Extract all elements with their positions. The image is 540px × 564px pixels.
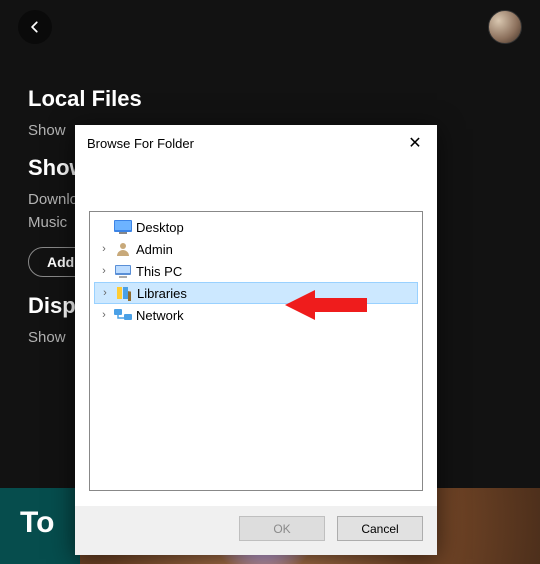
network-icon bbox=[114, 307, 132, 323]
desktop-icon bbox=[114, 219, 132, 235]
libraries-icon bbox=[115, 285, 133, 301]
tree-item-admin[interactable]: › Admin bbox=[94, 238, 418, 260]
tree-label: Network bbox=[136, 308, 184, 323]
tree-item-libraries[interactable]: › Libraries bbox=[94, 282, 418, 304]
browse-folder-dialog: Browse For Folder ✕ › Desktop › Admin › bbox=[75, 125, 437, 555]
expander-icon[interactable]: › bbox=[98, 243, 110, 255]
tree-label: This PC bbox=[136, 264, 182, 279]
tree-label: Admin bbox=[136, 242, 173, 257]
tree-item-desktop[interactable]: › Desktop bbox=[94, 216, 418, 238]
expander-icon[interactable]: › bbox=[98, 309, 110, 321]
cancel-button[interactable]: Cancel bbox=[337, 516, 423, 541]
expander-icon[interactable]: › bbox=[98, 265, 110, 277]
tree-item-network[interactable]: › Network bbox=[94, 304, 418, 326]
this-pc-icon bbox=[114, 263, 132, 279]
avatar[interactable] bbox=[488, 10, 522, 44]
chevron-left-icon bbox=[28, 20, 42, 34]
back-button[interactable] bbox=[18, 10, 52, 44]
tree-label: Desktop bbox=[136, 220, 184, 235]
dialog-title: Browse For Folder bbox=[87, 136, 194, 151]
ok-button: OK bbox=[239, 516, 325, 541]
annotation-arrow bbox=[285, 288, 367, 325]
folder-tree[interactable]: › Desktop › Admin › This PC bbox=[89, 211, 423, 491]
user-icon bbox=[114, 241, 132, 257]
close-button[interactable]: ✕ bbox=[405, 133, 425, 153]
expander-icon[interactable]: › bbox=[99, 287, 111, 299]
tree-label: Libraries bbox=[137, 286, 187, 301]
tree-item-this-pc[interactable]: › This PC bbox=[94, 260, 418, 282]
bottom-tile-left[interactable]: To bbox=[0, 488, 80, 564]
section-title-local-files: Local Files bbox=[28, 86, 512, 112]
